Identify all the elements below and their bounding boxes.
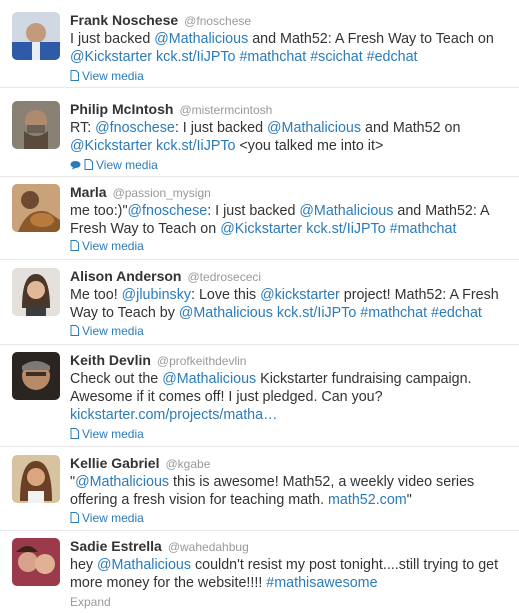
url-link[interactable]: kck.st/IiJPTo bbox=[306, 221, 385, 237]
view-media-label[interactable]: View media bbox=[96, 158, 158, 172]
conversation-icon[interactable] bbox=[70, 159, 81, 173]
avatar[interactable] bbox=[12, 455, 60, 503]
tweet-text-segment: Me too! bbox=[70, 287, 122, 303]
tweet-author-handle[interactable]: @mistermcintosh bbox=[179, 103, 272, 117]
view-media-link[interactable]: View media bbox=[70, 511, 144, 526]
tweet-author-handle[interactable]: @profkeithdevlin bbox=[157, 354, 247, 368]
view-media-label[interactable]: View media bbox=[82, 69, 144, 83]
hashtag-link[interactable]: #mathchat bbox=[239, 49, 306, 65]
tweet-author-handle[interactable]: @kgabe bbox=[165, 457, 210, 471]
url-link[interactable]: math52.com bbox=[328, 492, 407, 508]
view-media-label[interactable]: View media bbox=[82, 324, 144, 338]
divider bbox=[0, 530, 519, 531]
url-link[interactable]: kck.st/IiJPTo bbox=[156, 49, 235, 65]
mention-link[interactable]: @Mathalicious bbox=[162, 371, 256, 387]
hashtag-link[interactable]: #edchat bbox=[431, 305, 482, 321]
view-media-link[interactable]: View media bbox=[70, 69, 144, 84]
view-media-link[interactable]: View media bbox=[70, 239, 144, 254]
tweet-text: "@Mathalicious this is awesome! Math52, … bbox=[70, 473, 510, 509]
hashtag-link[interactable]: #scichat bbox=[310, 49, 362, 65]
photo-icon bbox=[70, 70, 79, 84]
avatar[interactable] bbox=[12, 184, 60, 232]
tweet-text: me too:)"@fnoschese: I just backed @Math… bbox=[70, 202, 510, 238]
tweet-text-segment: Check out the bbox=[70, 371, 163, 387]
tweet-author-name[interactable]: Frank Noschese bbox=[70, 12, 178, 28]
view-media-link[interactable]: View media bbox=[70, 324, 144, 339]
mention-link[interactable]: @Kickstarter bbox=[70, 49, 152, 65]
expand-link[interactable]: Expand bbox=[70, 595, 111, 609]
divider bbox=[0, 87, 519, 88]
avatar[interactable] bbox=[12, 101, 60, 149]
view-media-label[interactable]: View media bbox=[82, 239, 144, 253]
expand-label[interactable]: Expand bbox=[70, 595, 111, 609]
view-media-link[interactable]: View media bbox=[70, 427, 144, 442]
mention-link[interactable]: @Mathalicious bbox=[97, 557, 191, 573]
tweet-author-name[interactable]: Alison Anderson bbox=[70, 268, 182, 284]
avatar[interactable] bbox=[12, 12, 60, 60]
tweet-text-segment: me too:)" bbox=[70, 203, 128, 219]
hashtag-link[interactable]: #mathchat bbox=[390, 221, 457, 237]
url-link[interactable]: kickstarter.com/projects/matha… bbox=[70, 407, 277, 423]
avatar[interactable] bbox=[12, 352, 60, 400]
hashtag-link[interactable]: #mathchat bbox=[360, 305, 427, 321]
tweet-author-handle[interactable]: @wahedahbug bbox=[168, 540, 249, 554]
divider bbox=[0, 344, 519, 345]
tweet-text-segment: : I just backed bbox=[174, 120, 268, 136]
mention-link[interactable]: @fnoschese bbox=[95, 120, 175, 136]
mention-link[interactable]: @Kickstarter bbox=[220, 221, 302, 237]
tweet-text-segment: : I just backed bbox=[207, 203, 300, 219]
tweet-author-handle[interactable]: @passion_mysign bbox=[113, 186, 211, 200]
tweet-text: hey @Mathalicious couldn't resist my pos… bbox=[70, 556, 510, 592]
mention-link[interactable]: @Mathalicious bbox=[154, 31, 248, 47]
avatar[interactable] bbox=[12, 538, 60, 586]
mention-link[interactable]: @jlubinsky bbox=[122, 287, 191, 303]
photo-icon bbox=[84, 159, 93, 173]
tweet-text-segment: hey bbox=[70, 557, 98, 573]
photo-icon bbox=[70, 325, 79, 339]
mention-link[interactable]: @fnoschese bbox=[128, 203, 208, 219]
mention-link[interactable]: @Mathalicious bbox=[179, 305, 273, 321]
tweet-author-name[interactable]: Marla bbox=[70, 184, 107, 200]
mention-link[interactable]: @Mathalicious bbox=[267, 120, 361, 136]
view-media-link[interactable]: View media bbox=[70, 158, 158, 173]
mention-link[interactable]: @kickstarter bbox=[260, 287, 340, 303]
view-media-label[interactable]: View media bbox=[82, 511, 144, 525]
url-link[interactable]: kck.st/IiJPTo bbox=[277, 305, 356, 321]
tweet-author-handle[interactable]: @fnoschese bbox=[184, 14, 251, 28]
tweet-text-segment: I just backed bbox=[70, 31, 155, 47]
mention-link[interactable]: @Mathalicious bbox=[75, 474, 169, 490]
url-link[interactable]: kck.st/IiJPTo bbox=[156, 138, 235, 154]
tweet-text-segment: RT: bbox=[70, 120, 96, 136]
tweet-author-name[interactable]: Philip McIntosh bbox=[70, 101, 173, 117]
tweet-author-handle[interactable]: @tedrosececi bbox=[188, 270, 262, 284]
tweet-text: I just backed @Mathalicious and Math52: … bbox=[70, 30, 510, 66]
photo-icon bbox=[70, 428, 79, 442]
mention-link[interactable]: @Kickstarter bbox=[70, 138, 152, 154]
avatar[interactable] bbox=[12, 268, 60, 316]
tweet-text: Me too! @jlubinsky: Love this @kickstart… bbox=[70, 286, 510, 322]
hashtag-link[interactable]: #mathisawesome bbox=[266, 575, 377, 591]
divider bbox=[0, 176, 519, 177]
tweet-author-name[interactable]: Kellie Gabriel bbox=[70, 455, 159, 471]
divider bbox=[0, 259, 519, 260]
tweet-author-name[interactable]: Sadie Estrella bbox=[70, 538, 162, 554]
photo-icon bbox=[70, 512, 79, 526]
tweet-text-segment: and Math52: A Fresh Way to Teach on bbox=[248, 31, 494, 47]
tweet-text-segment: : Love this bbox=[191, 287, 261, 303]
tweet-text-segment: and Math52 on bbox=[361, 120, 461, 136]
view-media-label[interactable]: View media bbox=[82, 427, 144, 441]
mention-link[interactable]: @Mathalicious bbox=[299, 203, 393, 219]
tweet-text: RT: @fnoschese: I just backed @Mathalici… bbox=[70, 119, 510, 155]
photo-icon bbox=[70, 240, 79, 254]
tweet-author-name[interactable]: Keith Devlin bbox=[70, 352, 151, 368]
tweet-text: Check out the @Mathalicious Kickstarter … bbox=[70, 370, 510, 424]
tweet-text-segment: <you talked me into it> bbox=[235, 138, 384, 154]
hashtag-link[interactable]: #edchat bbox=[367, 49, 418, 65]
divider bbox=[0, 446, 519, 447]
tweet-text-segment: " bbox=[406, 492, 412, 508]
